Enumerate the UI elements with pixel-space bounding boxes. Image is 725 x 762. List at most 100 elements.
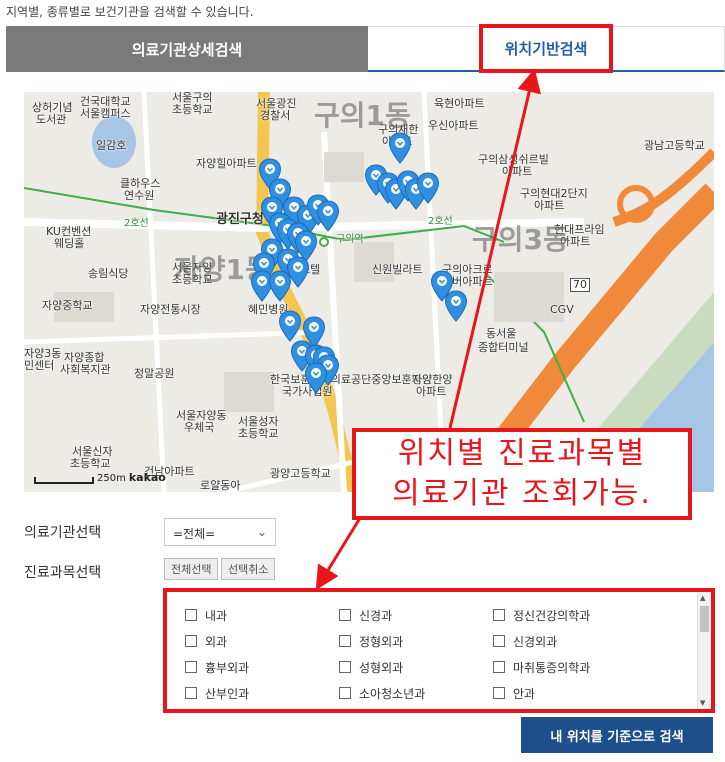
- map-place-label: 일감호: [96, 139, 127, 152]
- department-option[interactable]: 신경외과: [493, 628, 693, 654]
- location-pin-icon[interactable]: [388, 132, 412, 164]
- department-option[interactable]: 성형외과: [339, 654, 493, 680]
- map-place-label: 민센터: [24, 359, 55, 372]
- department-option-label: 정신건강의학과: [513, 608, 591, 623]
- map-subway-label: 2호선: [428, 216, 453, 227]
- tab-location-label: 위치기반검색: [478, 24, 614, 73]
- map-place-label: 아파트: [416, 385, 447, 398]
- location-pin-icon[interactable]: [304, 362, 328, 394]
- department-option[interactable]: 마취통증의학과: [493, 654, 693, 680]
- department-option[interactable]: 내과: [185, 602, 339, 628]
- map-place-label: 자양중학교: [42, 299, 93, 312]
- map-provider-logo: kakao: [128, 471, 166, 484]
- map-place-label: 자양전통시장: [140, 303, 201, 316]
- scroll-down-icon[interactable]: ▼: [700, 699, 705, 707]
- department-checkbox[interactable]: [185, 661, 197, 673]
- department-option[interactable]: 외과: [185, 628, 339, 654]
- map-place-label: 신원빌라트: [372, 263, 423, 276]
- location-pin-icon[interactable]: [416, 172, 440, 204]
- department-option-label: 소아청소년과: [359, 686, 426, 701]
- callout-line-1: 위치별 진료과목별: [397, 436, 647, 471]
- tab-detail-search[interactable]: 의료기관상세검색: [6, 26, 368, 72]
- department-option-label: 마취통증의학과: [513, 660, 591, 675]
- department-checkbox[interactable]: [493, 687, 505, 699]
- map-subway-label: 구의역: [336, 234, 364, 245]
- department-checkbox[interactable]: [185, 635, 197, 647]
- select-all-button[interactable]: 전체선택: [164, 558, 219, 580]
- map-place-label: 육현아파트: [434, 97, 485, 110]
- department-checkbox[interactable]: [339, 609, 351, 621]
- map-place-label: 우신아파트: [428, 119, 479, 132]
- map-place-label: 사회복지관: [60, 363, 111, 376]
- map-place-label: 종합터미널: [478, 341, 529, 354]
- institution-select-value: =전체=: [173, 527, 216, 541]
- location-pin-icon[interactable]: [444, 290, 468, 322]
- map-place-label: 광남고등학교: [644, 139, 705, 152]
- department-option[interactable]: 안과: [493, 680, 693, 706]
- department-checkbox[interactable]: [339, 635, 351, 647]
- scroll-thumb[interactable]: [700, 606, 709, 632]
- map-subway-label: 2호선: [124, 218, 149, 229]
- department-label: 진료과목선택: [24, 565, 102, 581]
- map-place-label: 로얄동아: [200, 479, 241, 492]
- tab-location-search[interactable]: 위치기반검색: [368, 24, 725, 73]
- department-option-label: 신경과: [359, 608, 393, 623]
- department-checkbox[interactable]: [493, 661, 505, 673]
- map-place-label: 초등학교: [238, 427, 279, 440]
- intro-text: 지역별, 종류별로 보건기관을 검색할 수 있습니다.: [6, 5, 254, 19]
- map-place-label: 웨딩홀: [54, 237, 85, 250]
- department-checklist: 내과 신경과 정신건강의학과외과 정형외과 신경외과흉부외과 성형외과 마취통증의학과산부인…: [163, 588, 715, 713]
- map-place-label: 우체국: [184, 421, 215, 434]
- map-place-label: 정말공원: [134, 367, 175, 380]
- department-option-label: 신경외과: [513, 634, 558, 649]
- department-checkbox[interactable]: [493, 609, 505, 621]
- map-place-label: 연수원: [124, 189, 155, 202]
- location-pin-icon[interactable]: [278, 310, 302, 342]
- department-option[interactable]: 신경과: [339, 602, 493, 628]
- map-place-label: 도서관: [36, 113, 67, 126]
- search-my-location-button[interactable]: 내 위치를 기준으로 검색: [521, 717, 713, 753]
- map-place-label: 아파트: [502, 165, 533, 178]
- map-area-label: 구의3동: [472, 223, 569, 256]
- checklist-scrollbar[interactable]: ▲ ▼: [697, 592, 711, 709]
- department-checkbox[interactable]: [185, 609, 197, 621]
- map-area-label: 구의1동: [314, 99, 411, 132]
- department-option[interactable]: 소아청소년과: [339, 680, 493, 706]
- scale-bar: [34, 477, 94, 484]
- search-tabs: 의료기관상세검색 위치기반검색: [6, 24, 725, 73]
- map-place-label: 광양고등학교: [270, 467, 331, 480]
- chevron-down-icon: ⌄: [256, 525, 267, 539]
- location-pin-icon[interactable]: [316, 200, 340, 232]
- scroll-up-icon[interactable]: ▲: [700, 594, 705, 602]
- department-grid: 내과 신경과 정신건강의학과외과 정형외과 신경외과흉부외과 성형외과 마취통증의학과산부인…: [167, 592, 695, 709]
- map-scale: 250m kakao: [34, 471, 166, 484]
- callout-line-2: 의료기관 조회가능.: [392, 476, 652, 511]
- deselect-all-button[interactable]: 선택취소: [221, 558, 276, 580]
- map-place-label: 초등학교: [70, 457, 111, 470]
- location-pin-icon[interactable]: [268, 270, 292, 302]
- department-checkbox[interactable]: [493, 635, 505, 647]
- department-option-label: 정형외과: [359, 634, 404, 649]
- map-place-label: 광진구청: [216, 212, 264, 227]
- map-place-label: 서울캠퍼스: [80, 107, 131, 120]
- department-checkbox[interactable]: [339, 687, 351, 699]
- department-option[interactable]: 산부인과: [185, 680, 339, 706]
- map-place-label: 경찰서: [260, 109, 291, 122]
- department-checkbox[interactable]: [339, 661, 351, 673]
- department-option-label: 흉부외과: [205, 660, 250, 675]
- department-option-label: 산부인과: [205, 686, 250, 701]
- map-place-label: CGV: [550, 303, 574, 316]
- map-place-label: 자양힐아파트: [196, 157, 257, 170]
- department-option[interactable]: 정형외과: [339, 628, 493, 654]
- institution-select[interactable]: =전체= ⌄: [164, 518, 276, 546]
- map-place-label: 동서울: [486, 327, 517, 340]
- department-option-label: 성형외과: [359, 660, 404, 675]
- map-place-label: 송림식당: [88, 267, 129, 280]
- map-place-label: 초등학교: [172, 103, 213, 116]
- institution-label: 의료기관선택: [24, 525, 102, 541]
- scale-text: 250m: [97, 473, 126, 484]
- department-option[interactable]: 흉부외과: [185, 654, 339, 680]
- department-option[interactable]: 정신건강의학과: [493, 602, 693, 628]
- department-option-label: 내과: [205, 608, 228, 623]
- department-checkbox[interactable]: [185, 687, 197, 699]
